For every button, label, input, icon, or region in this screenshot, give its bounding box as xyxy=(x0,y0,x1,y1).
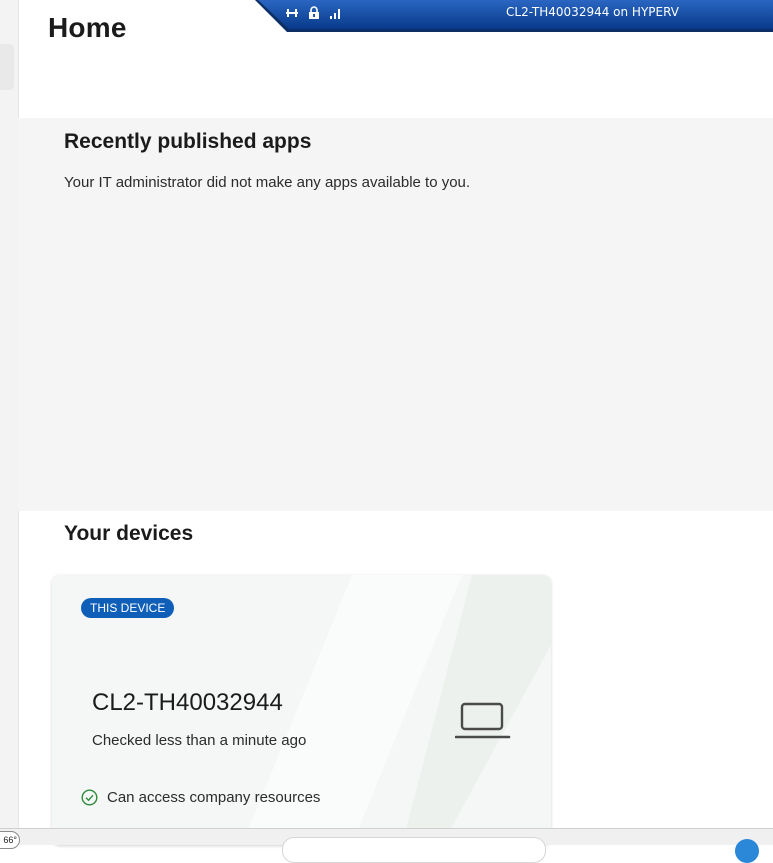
pin-icon[interactable] xyxy=(285,6,299,20)
remote-session-title: CL2-TH40032944 on HYPERV xyxy=(506,5,679,19)
signal-bars-icon[interactable] xyxy=(329,6,343,20)
taskbar-search-box[interactable] xyxy=(282,837,546,863)
remote-session-bar[interactable]: CL2-TH40032944 on HYPERV xyxy=(255,0,773,32)
left-navigation-rail xyxy=(0,0,19,828)
check-circle-icon xyxy=(81,789,98,806)
laptop-icon xyxy=(455,702,511,739)
empty-apps-message: Your IT administrator did not make any a… xyxy=(64,174,471,191)
section-heading: Recently published apps xyxy=(64,130,312,153)
weather-badge[interactable]: 66° xyxy=(0,831,20,849)
nav-item-selected[interactable] xyxy=(0,44,14,90)
lock-icon[interactable] xyxy=(307,6,321,20)
device-last-checked: Checked less than a minute ago xyxy=(92,732,307,749)
device-card[interactable]: THIS DEVICE CL2-TH40032944 Checked less … xyxy=(52,575,551,845)
page-title: Home xyxy=(48,12,127,43)
recently-published-apps-section: Recently published apps Your IT administ… xyxy=(18,118,773,511)
this-device-badge: THIS DEVICE xyxy=(81,598,175,618)
devices-heading: Your devices xyxy=(64,522,194,545)
device-status-text: Can access company resources xyxy=(107,789,321,806)
device-status: Can access company resources xyxy=(81,789,320,806)
taskbar: 66° xyxy=(0,828,773,863)
device-name: CL2-TH40032944 xyxy=(92,689,283,716)
taskbar-app-icon[interactable] xyxy=(735,839,759,863)
